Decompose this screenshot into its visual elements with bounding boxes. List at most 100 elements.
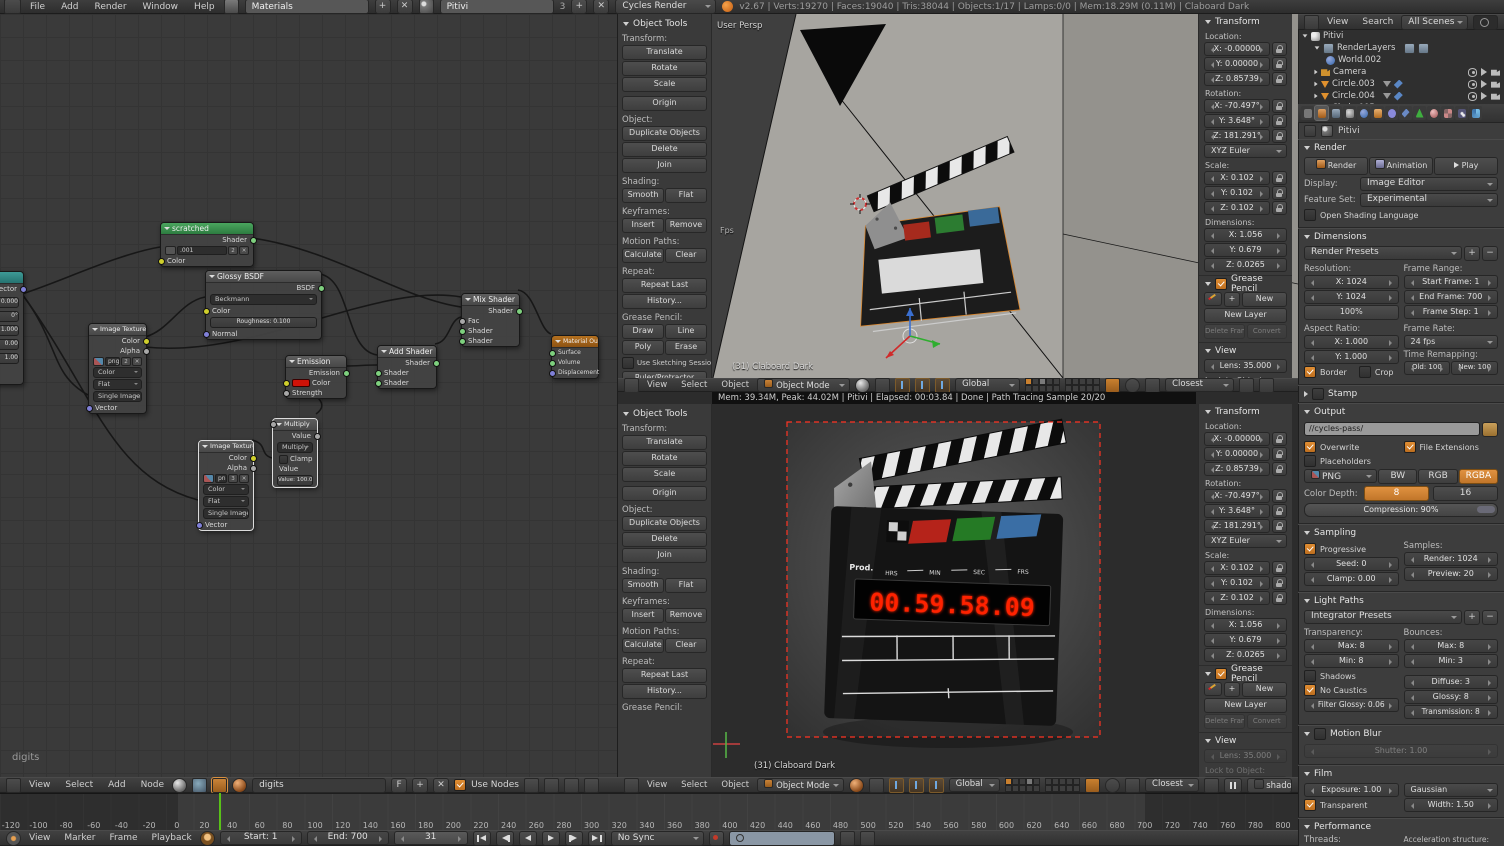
node-mapping-header[interactable] — [0, 272, 23, 284]
location-z-field[interactable]: Z: 0.85739 — [1204, 72, 1270, 86]
render-samples-field[interactable]: Render: 1024 — [1404, 552, 1499, 566]
value-socket[interactable] — [314, 433, 321, 440]
sketch-sessions-checkbox[interactable] — [622, 357, 634, 369]
imagetex1-colorspace-select[interactable]: Color — [93, 367, 142, 378]
lock-icon[interactable] — [1272, 519, 1287, 533]
timeline-menu-item[interactable]: Playback — [149, 833, 195, 843]
material-name-field[interactable]: digits — [252, 778, 386, 793]
clamp-field[interactable]: Clamp: 0.00 — [1304, 572, 1399, 586]
compression-slider[interactable]: Compression: 90% — [1304, 503, 1498, 517]
resolution-y-field[interactable]: Y: 1024 — [1304, 290, 1399, 304]
opengl-render-icon[interactable] — [1239, 378, 1254, 393]
mapping-value-slider[interactable]: 0.00 — [0, 339, 19, 350]
layers-grid-2[interactable] — [1065, 378, 1100, 392]
outliner-editor-icon[interactable] — [1304, 15, 1319, 30]
film-panel-header[interactable]: Film — [1298, 766, 1504, 782]
topbar-menu-item[interactable]: Render — [92, 2, 130, 12]
remove-preset-button[interactable]: − — [1482, 246, 1498, 261]
viewport-shading-icon[interactable] — [849, 778, 864, 793]
sampling-panel-header[interactable]: Sampling — [1298, 525, 1504, 541]
scale-x-field[interactable]: X: 0.102 — [1204, 171, 1270, 185]
manipulator-scale-icon[interactable] — [929, 778, 944, 793]
outliner-menu-item[interactable]: Search — [1359, 17, 1396, 27]
lock-icon[interactable] — [1272, 591, 1287, 605]
lock-icon[interactable] — [1272, 561, 1287, 575]
renderability-icon[interactable] — [1491, 68, 1500, 77]
outliner-row-scene[interactable]: Pitivi — [1298, 30, 1504, 42]
grease-pencil-panel-header[interactable]: Grease Pencil — [1199, 665, 1292, 681]
osl-checkbox[interactable] — [1304, 209, 1316, 221]
imagetex1-source-select[interactable]: Single Image — [93, 391, 142, 402]
view-panel-header[interactable]: View — [1199, 342, 1292, 358]
shutter-field[interactable]: Shutter: 1.00 — [1304, 744, 1498, 758]
lock-icon[interactable] — [1272, 57, 1287, 71]
add-scene-button[interactable]: + — [571, 0, 587, 14]
dimension-y-field[interactable]: Y: 0.679 — [1204, 243, 1287, 257]
location-x-field[interactable]: X: -0.00000 — [1204, 432, 1270, 446]
jump-to-end-button[interactable] — [588, 831, 606, 846]
end-frame-field[interactable]: End: 700 — [307, 831, 389, 845]
layers-grid-2[interactable] — [1045, 778, 1080, 792]
filter-glossy-field[interactable]: Filter Glossy: 0.06 — [1304, 698, 1399, 712]
manipulator-scale-icon[interactable] — [935, 378, 950, 393]
scale-y-field[interactable]: Y: 0.102 — [1204, 576, 1270, 590]
gp-draw-button[interactable]: Draw — [622, 324, 664, 339]
scale-z-field[interactable]: Z: 0.102 — [1204, 591, 1270, 605]
delete-keyframe-icon[interactable] — [860, 831, 875, 846]
stamp-checkbox[interactable] — [1312, 388, 1324, 400]
node-mixshader-header[interactable]: Mix Shader — [462, 294, 519, 306]
lock-icon[interactable] — [1272, 201, 1287, 215]
rgb-button[interactable]: RGB — [1418, 469, 1457, 484]
snap-icon[interactable] — [564, 778, 579, 793]
vector-socket[interactable] — [203, 331, 210, 338]
unlink-material-button[interactable]: ✕ — [433, 778, 449, 793]
vector-socket[interactable] — [549, 370, 556, 377]
play-reverse-button[interactable] — [519, 831, 537, 846]
transparent-checkbox[interactable] — [1304, 799, 1316, 811]
flat-button[interactable]: Flat — [665, 188, 707, 203]
topbar-menu-item[interactable]: File — [27, 2, 48, 12]
scene-user-count[interactable]: 3 — [560, 2, 566, 12]
tab-constraints[interactable] — [1385, 106, 1398, 120]
jump-to-next-keyframe-button[interactable] — [565, 831, 583, 846]
scratched-datablock[interactable]: .001 2 ✕ — [165, 246, 249, 255]
vector-socket[interactable] — [196, 522, 203, 529]
lock-icon[interactable] — [1272, 129, 1287, 143]
visibility-icon[interactable] — [1468, 68, 1477, 77]
insert-keyframe-button[interactable]: Insert — [622, 218, 664, 233]
rotation-mode-select[interactable]: XYZ Euler — [1204, 144, 1287, 158]
color-socket[interactable] — [250, 455, 257, 462]
insert-keyframe-icon[interactable] — [840, 831, 855, 846]
screen-layout-field[interactable]: Materials — [245, 0, 369, 14]
parent-node-icon[interactable] — [544, 778, 559, 793]
object-type-icon[interactable] — [212, 778, 227, 793]
opengl-render-anim-icon[interactable] — [1259, 378, 1274, 393]
rotation-x-field[interactable]: X: -70.497° — [1204, 489, 1270, 503]
glossy-bounces-field[interactable]: Glossy: 8 — [1404, 690, 1499, 704]
origin-button[interactable]: Origin — [622, 486, 707, 501]
shader-socket[interactable] — [375, 380, 382, 387]
current-frame-field[interactable]: 31 — [394, 831, 468, 845]
unlink-button[interactable]: ✕ — [239, 474, 249, 483]
rotation-mode-select[interactable]: XYZ Euler — [1204, 534, 1287, 548]
start-frame-field[interactable]: Start Frame: 1 — [1404, 275, 1499, 289]
pivot-icon[interactable] — [875, 378, 890, 393]
shader-socket[interactable] — [549, 360, 556, 367]
gp-convert-button[interactable]: Convert — [1247, 714, 1288, 729]
dimension-y-field[interactable]: Y: 0.679 — [1204, 633, 1287, 647]
unlink-button[interactable]: ✕ — [132, 357, 142, 366]
outliner-menu-item[interactable]: View — [1324, 17, 1351, 27]
timeline-menu-item[interactable]: View — [26, 833, 53, 843]
node-imagetex2-header[interactable]: Image Texture — [199, 441, 253, 453]
ruler-button[interactable]: Ruler/Protractor — [622, 371, 707, 378]
screen-layout-icon[interactable] — [224, 0, 239, 14]
node-image-texture-2[interactable]: Image Texture Color Alpha png 3 ✕ Color … — [198, 440, 254, 531]
resolution-percentage-field[interactable]: 100% — [1304, 305, 1399, 320]
shader-socket[interactable] — [549, 350, 556, 357]
file-extensions-checkbox[interactable] — [1404, 441, 1416, 453]
file-format-select[interactable]: PNG — [1304, 469, 1377, 483]
node-add-shader[interactable]: Add Shader Shader Shader Shader — [377, 345, 437, 389]
shader-socket[interactable] — [459, 328, 466, 335]
multiply-operation-select[interactable]: Multiply — [277, 442, 313, 453]
opengl-render-icon[interactable] — [1204, 778, 1219, 793]
